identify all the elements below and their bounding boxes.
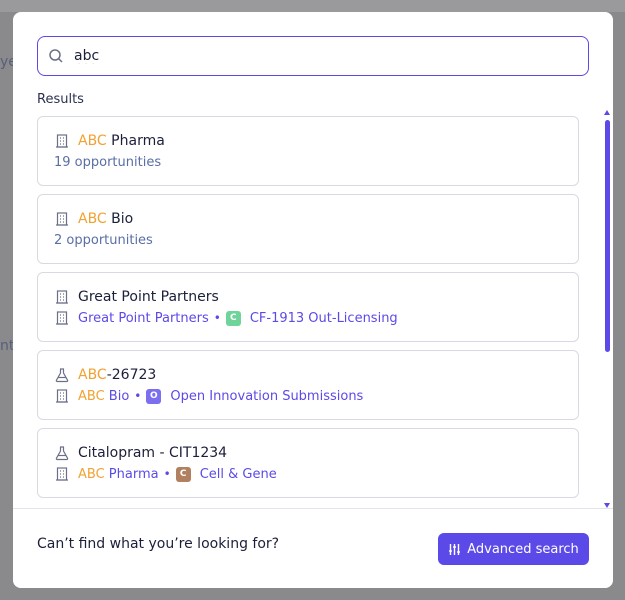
result-subtitle: ABC Pharma • C Cell & Gene: [54, 464, 562, 484]
opportunity-count: 19 opportunities: [54, 154, 162, 170]
search-modal: Results ABC Pharma 19 opportunities: [13, 12, 613, 588]
separator-dot: •: [213, 311, 221, 325]
result-title-text: Pharma: [106, 133, 165, 149]
program-badge: C: [225, 310, 241, 326]
match-highlight: ABC: [78, 133, 107, 149]
scroll-up-arrow[interactable]: [604, 110, 610, 115]
building-icon: [54, 133, 70, 149]
building-icon: [54, 310, 70, 326]
match-highlight: ABC: [78, 211, 107, 227]
result-title-text: -26723: [106, 367, 157, 383]
background-strip: [0, 0, 625, 12]
results-list: ABC Pharma 19 opportunities ABC Bio 2 op…: [37, 116, 579, 506]
result-title: Citalopram - CIT1234: [54, 443, 562, 463]
building-icon: [54, 211, 70, 227]
result-title-text: Citalopram - CIT1234: [78, 445, 228, 461]
results-label: Results: [37, 92, 84, 107]
building-icon: [54, 388, 70, 404]
result-item[interactable]: ABC Bio 2 opportunities: [37, 194, 579, 264]
match-highlight: ABC: [78, 367, 107, 383]
modal-footer: Can’t find what you’re looking for? Adva…: [13, 508, 613, 588]
building-icon: [54, 289, 70, 305]
match-highlight: ABC: [78, 388, 105, 404]
result-title: ABC Bio: [54, 209, 562, 229]
result-item[interactable]: ABC -26723 ABC Bio • O Open Innovation Su…: [37, 350, 579, 420]
search-box[interactable]: [37, 36, 589, 76]
program-link[interactable]: Cell & Gene: [200, 467, 277, 482]
result-title-text: Bio: [106, 211, 134, 227]
help-text: Can’t find what you’re looking for?: [37, 536, 280, 552]
result-subtitle: 2 opportunities: [54, 230, 562, 250]
result-item[interactable]: ABC Pharma 19 opportunities: [37, 116, 579, 186]
flask-icon: [54, 445, 70, 461]
result-title-text: Great Point Partners: [78, 289, 219, 305]
advanced-search-button[interactable]: Advanced search: [438, 533, 589, 565]
advanced-search-label: Advanced search: [467, 541, 579, 557]
separator-dot: •: [163, 467, 171, 481]
result-subtitle: Great Point Partners • C CF-1913 Out-Lic…: [54, 308, 562, 328]
result-title: ABC Pharma: [54, 131, 562, 151]
result-item[interactable]: Great Point Partners Great Point Partner…: [37, 272, 579, 342]
result-subtitle: 19 opportunities: [54, 152, 562, 172]
results-scrollbar[interactable]: [603, 110, 611, 508]
result-title: Great Point Partners: [54, 287, 562, 307]
org-link[interactable]: Great Point Partners: [78, 311, 209, 326]
building-icon: [54, 466, 70, 482]
program-badge: O: [146, 388, 162, 404]
program-badge: C: [175, 466, 191, 482]
org-link[interactable]: Pharma: [105, 467, 159, 482]
scrollbar-thumb[interactable]: [605, 120, 610, 352]
result-item[interactable]: Citalopram - CIT1234 ABC Pharma • C Cell…: [37, 428, 579, 498]
separator-dot: •: [134, 389, 142, 403]
opportunity-count: 2 opportunities: [54, 232, 153, 248]
program-link[interactable]: Open Innovation Submissions: [170, 389, 363, 404]
result-subtitle: ABC Bio • O Open Innovation Submissions: [54, 386, 562, 406]
match-highlight: ABC: [78, 466, 105, 482]
sliders-icon: [448, 543, 461, 556]
result-title: ABC -26723: [54, 365, 562, 385]
search-input[interactable]: [74, 48, 554, 64]
program-link[interactable]: CF-1913 Out-Licensing: [250, 311, 398, 326]
search-icon: [48, 48, 64, 64]
flask-icon: [54, 367, 70, 383]
org-link[interactable]: Bio: [105, 389, 130, 404]
